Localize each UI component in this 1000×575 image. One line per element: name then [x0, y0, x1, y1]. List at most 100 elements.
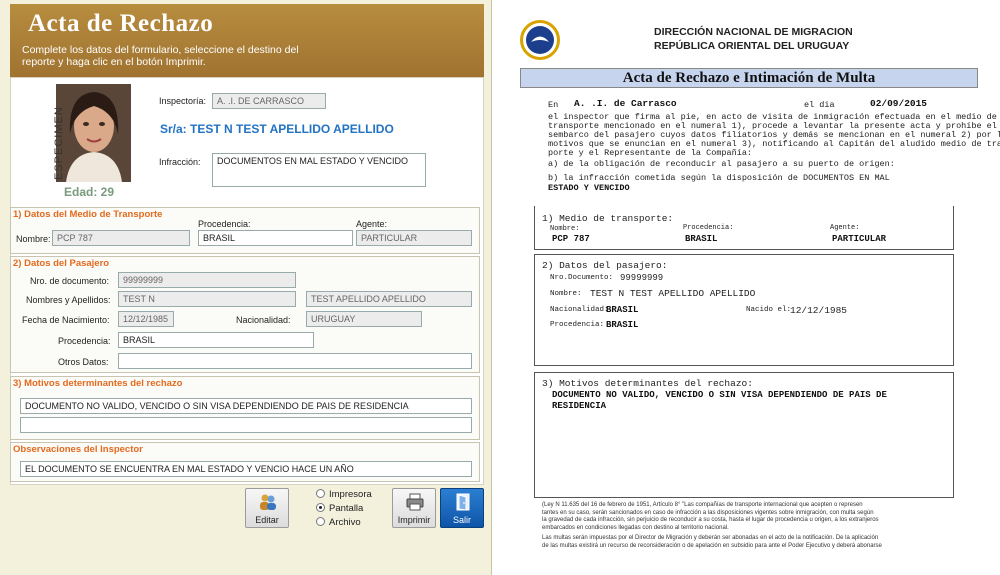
doc-box2-proc-label: Procedencia:: [550, 321, 605, 329]
doc-box1-proc-label: Procedencia:: [683, 224, 734, 232]
doc-box2-nacido-label: Nacido el:: [746, 306, 792, 314]
doc-legal-text: (Ley N 11.635 del 16 de febrero de 1951,…: [542, 502, 947, 550]
doc-org-line2: REPÚBLICA ORIENTAL DEL URUGUAY: [654, 40, 850, 52]
doc-law-line6: de las multas existirá un recurso de rec…: [542, 542, 882, 549]
doc-box2-nombre: TEST N TEST APELLIDO APELLIDO: [590, 288, 756, 299]
otros-datos-label: Otros Datos:: [58, 357, 109, 367]
transporte-agente-label: Agente:: [356, 219, 388, 229]
doc-law-line3: la gravedad de cada infracción, sin perj…: [542, 517, 879, 523]
transporte-nombre-label: Nombre:: [16, 234, 51, 244]
edit-users-icon: [260, 494, 276, 510]
doc-box1-nombre-label: Nombre:: [550, 225, 580, 233]
editar-button[interactable]: Editar: [245, 488, 289, 528]
section-motivos-title: 3) Motivos determinantes del rechazo: [13, 378, 183, 389]
salir-label: Salir: [452, 515, 471, 525]
doc-en-value: A. .I. de Carrasco: [574, 98, 677, 109]
doc-box2-title: 2) Datos del pasajero:: [542, 260, 668, 271]
nombres-label: Nombres y Apellidos:: [26, 295, 111, 305]
specimen-watermark: ESPECIMEN: [53, 106, 65, 180]
doc-dia-label: el dia: [804, 100, 835, 110]
doc-box1-agente: PARTICULAR: [832, 234, 887, 244]
editar-label: Editar: [255, 515, 279, 525]
seal-emblem-icon: [526, 26, 554, 54]
section-observaciones-title: Observaciones del Inspector: [13, 444, 143, 455]
pasajero-procedencia-label: Procedencia:: [58, 336, 111, 346]
exit-door-icon: [456, 493, 470, 511]
apellidos-field[interactable]: TEST APELLIDO APELLIDO: [306, 291, 472, 307]
radio-archivo-label: Archivo: [329, 517, 361, 528]
doc-box1-proc: BRASIL: [685, 234, 718, 244]
doc-box2-proc: BRASIL: [606, 320, 639, 330]
radio-archivo-circle[interactable]: [316, 517, 325, 526]
doc-box1-agente-label: Agente:: [830, 224, 860, 232]
section-transporte-title: 1) Datos del Medio de Transporte: [13, 209, 163, 220]
transporte-nombre-field[interactable]: PCP 787: [52, 230, 190, 246]
doc-dia-value: 02/09/2015: [870, 98, 928, 109]
doc-box1-nombre: PCP 787: [552, 234, 590, 244]
doc-box2-nacido: 12/12/1985: [790, 305, 848, 316]
printer-icon: [406, 493, 424, 511]
doc-en-label: En: [548, 100, 559, 110]
radio-pantalla-label: Pantalla: [329, 503, 364, 514]
doc-box2-doc: 99999999: [620, 273, 664, 283]
form-title: Acta de Rechazo: [28, 10, 214, 37]
radio-impresora[interactable]: Impresora: [316, 489, 372, 500]
observaciones-field[interactable]: EL DOCUMENTO SE ENCUENTRA EN MAL ESTADO …: [20, 461, 472, 477]
radio-pantalla-circle[interactable]: [316, 503, 325, 512]
doc-item-a: a) de la obligación de reconducir al pas…: [548, 159, 895, 169]
doc-org-line1: DIRECCIÓN NACIONAL DE MIGRACION: [654, 26, 853, 38]
radio-pantalla[interactable]: Pantalla: [316, 503, 363, 514]
passenger-name: Sr/a: TEST N TEST APELLIDO APELLIDO: [160, 122, 394, 136]
doc-law-line4: embarcados en condiciones llegadas con d…: [542, 524, 729, 531]
section-pasajero-title: 2) Datos del Pasajero: [13, 258, 110, 269]
nacimiento-label: Fecha de Nacimiento:: [22, 315, 110, 325]
nombres-field[interactable]: TEST N: [118, 291, 296, 307]
radio-impresora-circle[interactable]: [316, 489, 325, 498]
transporte-agente-field[interactable]: PARTICULAR: [356, 230, 472, 246]
doc-box1-title: 1) Medio de transporte:: [542, 213, 674, 224]
doc-box3-title: 3) Motivos determinantes del rechazo:: [542, 378, 753, 389]
imprimir-button[interactable]: Imprimir: [392, 488, 436, 528]
doc-box3-line1: DOCUMENTO NO VALIDO, VENCIDO O SIN VISA …: [552, 390, 887, 400]
salir-button[interactable]: Salir: [440, 488, 484, 528]
doc-law-line5: Las multas serán impuestas por el Direct…: [542, 535, 879, 541]
form-header: Acta de Rechazo Complete los datos del f…: [10, 4, 484, 77]
motivo-field[interactable]: DOCUMENTO NO VALIDO, VENCIDO O SIN VISA …: [20, 398, 472, 414]
doc-box2-nombre-label: Nombre:: [550, 290, 582, 298]
doc-law-line2: tantes en su caso, serán sancionados en …: [542, 509, 874, 516]
motivo-field-2[interactable]: [20, 417, 472, 433]
inspectoria-field[interactable]: A. .I. DE CARRASCO: [212, 93, 326, 109]
passenger-photo-image: [56, 84, 131, 182]
doc-item-b-line2: ESTADO Y VENCIDO: [548, 183, 630, 193]
radio-archivo[interactable]: Archivo: [316, 517, 361, 528]
migracion-seal-logo: [520, 20, 560, 60]
acta-document-preview: DIRECCIÓN NACIONAL DE MIGRACION REPÚBLIC…: [508, 0, 1000, 575]
doc-box2-doc-label: Nro.Documento:: [550, 274, 614, 282]
otros-datos-field[interactable]: [118, 353, 472, 369]
transporte-procedencia-label: Procedencia:: [198, 219, 251, 229]
form-instructions: Complete los datos del formulario, selec…: [22, 44, 299, 68]
doc-title: Acta de Rechazo e Intimación de Multa: [622, 70, 876, 86]
passenger-photo: [56, 84, 131, 182]
doc-box2-nac-label: Nacionalidad:: [550, 306, 609, 314]
nacionalidad-label: Nacionalidad:: [236, 315, 291, 325]
nacionalidad-field[interactable]: URUGUAY: [306, 311, 422, 327]
doc-title-bar: Acta de Rechazo e Intimación de Multa: [520, 68, 978, 88]
documento-field[interactable]: 99999999: [118, 272, 296, 288]
infraccion-label: Infracción:: [159, 157, 201, 167]
doc-para-line5: porte y el Representante de la Compañía:: [548, 148, 753, 158]
radio-impresora-label: Impresora: [329, 489, 372, 500]
transporte-procedencia-field[interactable]: BRASIL: [198, 230, 353, 246]
passenger-age: Edad: 29: [64, 185, 115, 199]
inspectoria-label: Inspectoría:: [159, 96, 207, 106]
acta-rechazo-form-window: Acta de Rechazo Complete los datos del f…: [0, 0, 492, 575]
nacimiento-field[interactable]: 12/12/1985: [118, 311, 174, 327]
doc-box2-nac: BRASIL: [606, 305, 639, 315]
documento-label: Nro. de documento:: [30, 276, 110, 286]
infraccion-field[interactable]: DOCUMENTOS EN MAL ESTADO Y VENCIDO: [212, 153, 426, 187]
imprimir-label: Imprimir: [397, 515, 431, 525]
doc-item-b-line1: b) la infracción cometida según la dispo…: [548, 173, 890, 183]
doc-law-line1: (Ley N 11.635 del 16 de febrero de 1951,…: [542, 502, 863, 508]
doc-box3-line2: RESIDENCIA: [552, 401, 607, 411]
pasajero-procedencia-field[interactable]: BRASIL: [118, 332, 314, 348]
